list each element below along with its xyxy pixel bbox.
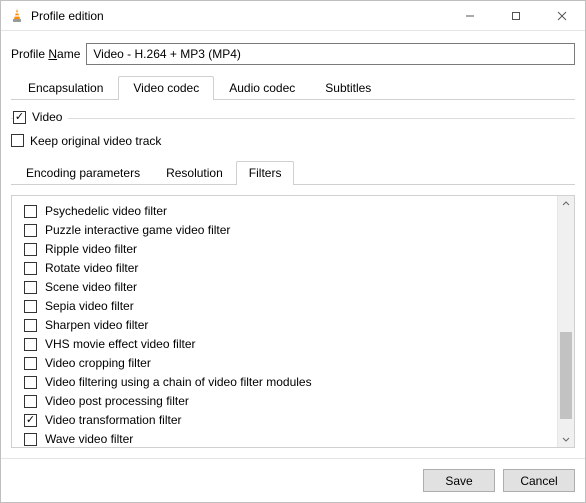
filter-checkbox[interactable] [24,243,37,256]
filter-checkbox[interactable] [24,300,37,313]
filter-label: Scene video filter [45,280,137,294]
filter-checkbox[interactable] [24,224,37,237]
filter-checkbox[interactable] [24,376,37,389]
sub-tabs: Encoding parametersResolutionFilters [11,160,575,185]
filters-list: Psychedelic video filter Puzzle interacti… [12,196,557,447]
filter-item: Wave video filter [24,430,553,447]
profile-name-label: Profile Name [11,47,80,61]
filter-checkbox[interactable] [24,205,37,218]
filter-item: Rotate video filter [24,259,553,278]
profile-name-input[interactable] [86,43,575,65]
filter-label: Sepia video filter [45,299,134,313]
maximize-button[interactable] [493,1,539,30]
subtab-encoding-parameters[interactable]: Encoding parameters [13,161,153,185]
filter-checkbox[interactable] [24,395,37,408]
tab-audio-codec[interactable]: Audio codec [214,76,310,100]
close-button[interactable] [539,1,585,30]
filter-item: Puzzle interactive game video filter [24,221,553,240]
filter-item: Psychedelic video filter [24,202,553,221]
filter-checkbox[interactable] [24,433,37,446]
vertical-scrollbar[interactable] [557,196,574,447]
filter-label: Wave video filter [45,432,133,446]
top-tabs: EncapsulationVideo codecAudio codecSubti… [11,75,575,100]
filter-item: VHS movie effect video filter [24,335,553,354]
filter-checkbox[interactable] [24,357,37,370]
filter-label: Sharpen video filter [45,318,148,332]
filter-label: Ripple video filter [45,242,137,256]
cancel-button[interactable]: Cancel [503,469,575,492]
keep-original-label: Keep original video track [30,134,161,148]
dialog-window: Profile edition Profile Name Encapsulati… [0,0,586,503]
video-checkbox-label: Video [32,110,62,124]
video-checkbox[interactable] [13,111,26,124]
subtab-filters[interactable]: Filters [236,161,295,185]
filter-item: Sharpen video filter [24,316,553,335]
filter-item: Sepia video filter [24,297,553,316]
filter-label: Video cropping filter [45,356,151,370]
filter-item: Video cropping filter [24,354,553,373]
filter-label: Video filtering using a chain of video f… [45,375,312,389]
save-button[interactable]: Save [423,469,495,492]
filter-item: Video filtering using a chain of video f… [24,373,553,392]
filter-checkbox[interactable] [24,281,37,294]
window-controls [447,1,585,30]
filter-label: Video post processing filter [45,394,189,408]
titlebar: Profile edition [1,1,585,31]
filter-checkbox[interactable] [24,414,37,427]
filters-panel: Psychedelic video filter Puzzle interacti… [11,195,575,448]
keep-original-row: Keep original video track [11,134,575,148]
scrollbar-track[interactable] [558,213,574,430]
dialog-footer: Save Cancel [1,458,585,502]
scroll-down-arrow-icon[interactable] [558,430,574,447]
app-icon [9,8,25,24]
filter-label: Puzzle interactive game video filter [45,223,230,237]
client-area: Profile Name EncapsulationVideo codecAud… [1,31,585,458]
keep-original-checkbox[interactable] [11,134,24,147]
filter-item: Video transformation filter [24,411,553,430]
filter-checkbox[interactable] [24,338,37,351]
filter-checkbox[interactable] [24,262,37,275]
scrollbar-thumb[interactable] [560,332,572,419]
window-title: Profile edition [31,9,104,23]
filter-label: Video transformation filter [45,413,182,427]
filter-item: Scene video filter [24,278,553,297]
minimize-button[interactable] [447,1,493,30]
filter-label: VHS movie effect video filter [45,337,196,351]
scroll-up-arrow-icon[interactable] [558,196,574,213]
filter-checkbox[interactable] [24,319,37,332]
filter-item: Video post processing filter [24,392,553,411]
tab-subtitles[interactable]: Subtitles [310,76,386,100]
filter-label: Rotate video filter [45,261,138,275]
filter-item: Ripple video filter [24,240,553,259]
filter-label: Psychedelic video filter [45,204,167,218]
profile-name-row: Profile Name [11,43,575,65]
video-group-line: Video [11,110,575,126]
subtab-resolution[interactable]: Resolution [153,161,236,185]
tab-video-codec[interactable]: Video codec [118,76,214,100]
tab-encapsulation[interactable]: Encapsulation [13,76,118,100]
